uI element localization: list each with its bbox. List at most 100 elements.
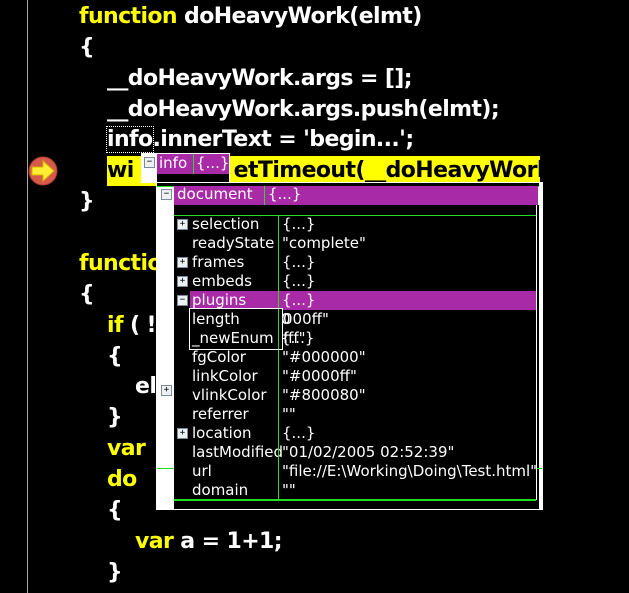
spacer	[174, 205, 536, 215]
datatip-name: fgColor	[192, 348, 246, 366]
datatip-row-fgcolor[interactable]: fgColor "#000000"	[190, 348, 536, 367]
collapse-icon[interactable]: −	[177, 295, 188, 306]
code-text: etTimeout(__doHeavyWork, 1);	[233, 158, 599, 183]
code-line-13[interactable]: el	[135, 372, 157, 402]
divider	[157, 468, 174, 469]
code-line-19[interactable]: }	[107, 558, 123, 588]
datatip-row-vlinkcolor[interactable]: vlinkColor "#800080"	[190, 386, 536, 405]
code-line-16[interactable]: do	[107, 465, 137, 495]
column-divider	[278, 405, 279, 424]
datatip-row-domain[interactable]: domain ""	[190, 481, 536, 500]
expand-icon[interactable]: +	[177, 219, 188, 230]
column-divider	[278, 386, 279, 405]
border	[536, 205, 537, 500]
datatip-name: _newEnum	[192, 329, 274, 347]
code-line-3[interactable]: __doHeavyWork.args = [];	[107, 64, 413, 94]
datatip-value: "complete"	[282, 234, 366, 252]
datatip-value: {...}	[282, 272, 316, 290]
datatip-row-lastmodified[interactable]: lastModified "01/02/2005 02:52:39"	[190, 443, 536, 462]
datatip-row-linkcolor[interactable]: linkColor "#0000ff"	[190, 367, 536, 386]
datatip-level1-gutter	[157, 205, 174, 509]
datatip-name: referrer	[192, 405, 249, 423]
datatip-value: "file://E:\Working\Doing\Test.html"	[282, 462, 538, 480]
datatip-partial-value: 000ff"	[283, 310, 329, 328]
datatip-row-url[interactable]: url "file://E:\Working\Doing\Test.html"	[190, 462, 538, 481]
expand-icon[interactable]: +	[177, 428, 188, 439]
datatip-value: {...}	[268, 185, 302, 203]
expand-icon[interactable]: +	[177, 276, 188, 287]
datatip-value: ""	[282, 481, 296, 499]
column-divider	[278, 481, 279, 500]
column-divider	[278, 424, 279, 443]
code-text: a = 1+1;	[173, 529, 282, 554]
datatip-row-length[interactable]: length 0	[190, 310, 291, 329]
code-line-4[interactable]: __doHeavyWork.args.push(elmt);	[107, 95, 500, 125]
code-line-12[interactable]: {	[107, 342, 123, 372]
datatip-row-embeds[interactable]: embeds {...}	[190, 272, 536, 291]
code-text: .innerText = 'begin...';	[152, 127, 415, 152]
datatip-row-document[interactable]: document {...}	[174, 185, 538, 205]
code-text: doHeavyWork(elmt)	[176, 4, 422, 29]
expand-icon[interactable]: +	[177, 257, 188, 268]
column-divider	[278, 253, 279, 272]
code-line-15[interactable]: var	[107, 434, 146, 464]
datatip-value: ""	[282, 405, 296, 423]
collapse-icon[interactable]: −	[144, 157, 155, 168]
datatip-row-newenum[interactable]: _newEnum {...}	[190, 329, 314, 348]
code-line-7[interactable]: }	[79, 187, 95, 217]
datatip-row-referrer[interactable]: referrer ""	[190, 405, 536, 424]
hovered-identifier[interactable]: info	[106, 126, 154, 153]
column-divider	[193, 154, 194, 174]
datatip-row-frames[interactable]: frames {...}	[190, 253, 536, 272]
datatip-value: {...}	[282, 424, 316, 442]
code-line-18[interactable]: var a = 1+1;	[135, 527, 283, 557]
code-line-2[interactable]: {	[79, 33, 95, 63]
current-statement-arrow-icon[interactable]	[27, 155, 59, 187]
datatip-name: domain	[192, 481, 249, 499]
code-line-9[interactable]: functio	[79, 249, 163, 279]
column-divider	[278, 462, 279, 481]
collapse-icon[interactable]: −	[161, 189, 172, 200]
code-text: ( !	[122, 313, 157, 338]
datatip-name: url	[192, 462, 212, 480]
datatip-name: lastModified	[192, 443, 284, 461]
column-divider	[278, 443, 279, 462]
code-line-11[interactable]: if ( !	[107, 311, 157, 341]
datatip-value: "#000000"	[282, 348, 366, 366]
border	[539, 184, 540, 510]
code-line-1[interactable]: function doHeavyWork(elmt)	[79, 2, 422, 32]
datatip-value: {...}	[196, 154, 230, 172]
datatip-name: readyState	[192, 234, 275, 252]
datatip-name: document	[177, 185, 253, 203]
datatip-value: "#0000ff"	[282, 367, 357, 385]
expand-icon[interactable]: +	[161, 385, 172, 396]
code-line-10[interactable]: {	[79, 280, 95, 310]
column-divider	[278, 367, 279, 386]
datatip-value: "#800080"	[282, 386, 366, 404]
column-divider	[264, 186, 265, 205]
code-line-17[interactable]: {	[107, 496, 123, 526]
column-divider	[278, 215, 279, 234]
code-line-14[interactable]: }	[107, 403, 123, 433]
divider	[537, 468, 542, 469]
datatip-name: location	[192, 424, 252, 442]
datatip-row-info[interactable]: info {...}	[157, 154, 229, 174]
code-text: wi	[107, 158, 134, 183]
datatip-value: {...}	[282, 291, 316, 309]
datatip-row-selection[interactable]: selection {...}	[190, 215, 536, 234]
datatip-row-location[interactable]: location {...}	[190, 424, 536, 443]
keyword: function	[79, 4, 178, 29]
datatip-value: {...}	[282, 253, 316, 271]
datatip-row-readystate[interactable]: readyState "complete"	[190, 234, 536, 253]
datatip-name: info	[159, 154, 188, 172]
column-divider	[278, 348, 279, 367]
border	[157, 469, 158, 478]
datatip-name: embeds	[192, 272, 252, 290]
keyword: var	[135, 529, 174, 554]
datatip-name: selection	[192, 215, 260, 233]
datatip-partial-value: fff"	[283, 329, 306, 347]
datatip-name: vlinkColor	[192, 386, 267, 404]
column-divider	[278, 234, 279, 253]
datatip-name: length	[192, 310, 240, 328]
code-line-5[interactable]: info.innerText = 'begin...';	[106, 125, 415, 155]
